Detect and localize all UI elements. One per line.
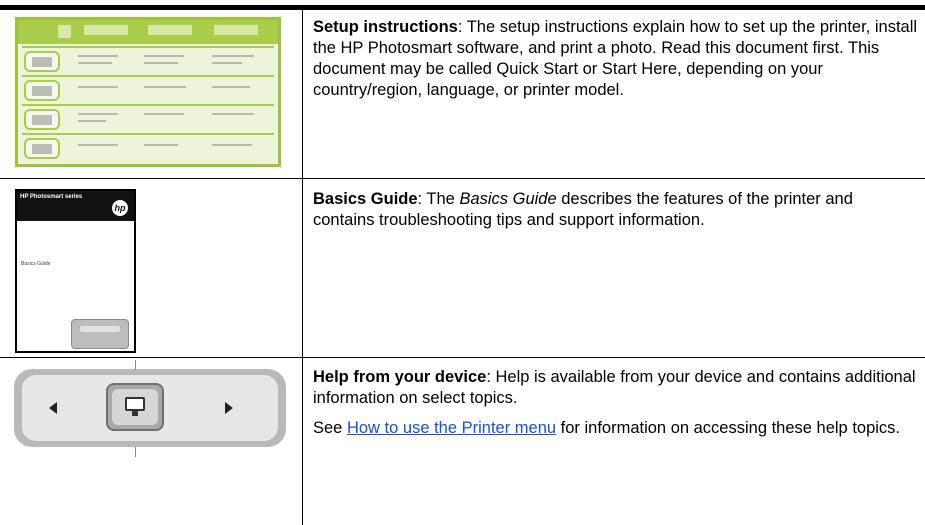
- help-from-device-heading: Help from your device: [313, 368, 487, 386]
- printer-icon: [125, 397, 145, 416]
- setup-instructions-description: Setup instructions: The setup instructio…: [313, 17, 918, 101]
- see-text: See: [313, 419, 347, 437]
- setup-instructions-heading: Setup instructions: [313, 18, 458, 36]
- help-topics-text: for information on accessing these help …: [556, 419, 901, 437]
- column-divider: [302, 10, 303, 525]
- setup-poster-icon: [15, 17, 281, 167]
- help-from-device-description: Help from your device: Help is available…: [313, 367, 918, 439]
- row-divider: [0, 357, 925, 358]
- basics-guide-body-pre: : The: [417, 190, 460, 208]
- right-arrow-icon[interactable]: [225, 402, 233, 414]
- left-arrow-icon[interactable]: [49, 402, 57, 414]
- basics-guide-italic-title: Basics Guide: [459, 190, 557, 208]
- printer-menu-link[interactable]: How to use the Printer menu: [347, 419, 556, 437]
- pad-notch: [135, 447, 136, 457]
- basics-guide-heading: Basics Guide: [313, 190, 418, 208]
- printer-menu-button[interactable]: [106, 383, 164, 431]
- table-top-rule: [0, 5, 925, 10]
- basics-guide-booklet-icon: HP Photosmart series hp Basics Guide: [15, 189, 136, 353]
- basics-guide-description: Basics Guide: The Basics Guide describes…: [313, 189, 918, 231]
- pad-notch: [135, 360, 136, 370]
- row-divider: [0, 178, 925, 179]
- document-page: Setup instructions: The setup instructio…: [0, 0, 925, 525]
